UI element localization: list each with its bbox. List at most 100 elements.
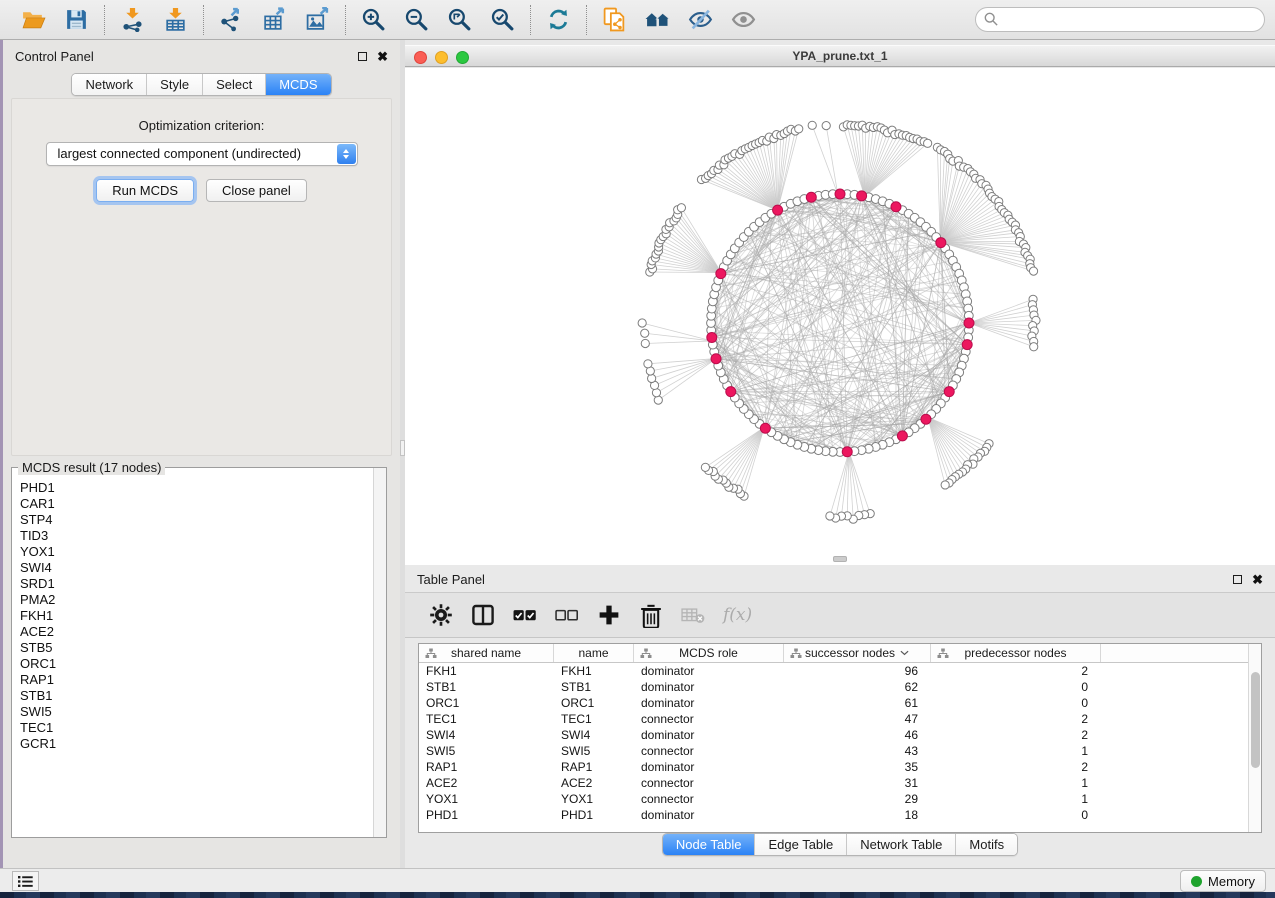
cell-shared-name[interactable]: YOX1 <box>419 791 554 807</box>
cell-predecessor-nodes[interactable]: 2 <box>931 711 1101 727</box>
column-header-predecessor-nodes[interactable]: predecessor nodes <box>931 644 1101 662</box>
tab-mcds[interactable]: MCDS <box>265 74 330 95</box>
first-neighbors-icon[interactable] <box>644 6 671 33</box>
cell-name[interactable]: SWI5 <box>554 743 634 759</box>
cell-shared-name[interactable]: TEC1 <box>419 711 554 727</box>
cell-shared-name[interactable]: ACE2 <box>419 775 554 791</box>
cell-name[interactable]: PHD1 <box>554 807 634 823</box>
table-row[interactable]: PHD1PHD1dominator180 <box>419 807 1261 823</box>
zoom-out-icon[interactable] <box>403 6 430 33</box>
criterion-dropdown[interactable]: largest connected component (undirected) <box>46 142 358 166</box>
tab-edge-table[interactable]: Edge Table <box>754 834 846 855</box>
tab-network[interactable]: Network <box>72 74 146 95</box>
cell-name[interactable]: ACE2 <box>554 775 634 791</box>
cell-successor-nodes[interactable]: 18 <box>784 807 931 823</box>
close-panel-icon[interactable]: ✖ <box>377 50 388 63</box>
export-network-icon[interactable] <box>218 6 245 33</box>
cell-shared-name[interactable]: FKH1 <box>419 663 554 679</box>
run-mcds-button[interactable]: Run MCDS <box>96 179 194 202</box>
import-network-icon[interactable] <box>119 6 146 33</box>
cell-name[interactable]: SWI4 <box>554 727 634 743</box>
cell-MCDS-role[interactable]: dominator <box>634 807 784 823</box>
mcds-result-item[interactable]: ACE2 <box>20 624 373 640</box>
cell-successor-nodes[interactable]: 96 <box>784 663 931 679</box>
select-all-icon[interactable] <box>513 603 537 627</box>
table-row[interactable]: ORC1ORC1dominator610 <box>419 695 1261 711</box>
deselect-all-icon[interactable] <box>555 603 579 627</box>
tab-network-table[interactable]: Network Table <box>846 834 955 855</box>
cell-shared-name[interactable]: STB1 <box>419 679 554 695</box>
mcds-result-item[interactable]: SWI5 <box>20 704 373 720</box>
cell-successor-nodes[interactable]: 35 <box>784 759 931 775</box>
search-input[interactable] <box>975 7 1265 32</box>
mcds-result-item[interactable]: FKH1 <box>20 608 373 624</box>
save-icon[interactable] <box>63 6 90 33</box>
cell-predecessor-nodes[interactable]: 0 <box>931 679 1101 695</box>
cell-shared-name[interactable]: SWI4 <box>419 727 554 743</box>
table-row[interactable]: YOX1YOX1connector291 <box>419 791 1261 807</box>
cell-successor-nodes[interactable]: 47 <box>784 711 931 727</box>
mcds-result-item[interactable]: STP4 <box>20 512 373 528</box>
cell-successor-nodes[interactable]: 29 <box>784 791 931 807</box>
cell-successor-nodes[interactable]: 61 <box>784 695 931 711</box>
cell-MCDS-role[interactable]: connector <box>634 711 784 727</box>
table-row[interactable]: TEC1TEC1connector472 <box>419 711 1261 727</box>
delete-row-icon[interactable] <box>639 603 663 627</box>
mcds-result-item[interactable]: GCR1 <box>20 736 373 752</box>
tab-motifs[interactable]: Motifs <box>955 834 1017 855</box>
cell-shared-name[interactable]: RAP1 <box>419 759 554 775</box>
cell-MCDS-role[interactable]: dominator <box>634 679 784 695</box>
cell-predecessor-nodes[interactable]: 1 <box>931 775 1101 791</box>
cell-successor-nodes[interactable]: 62 <box>784 679 931 695</box>
column-header-successor-nodes[interactable]: successor nodes <box>784 644 931 662</box>
refresh-icon[interactable] <box>545 6 572 33</box>
network-window-titlebar[interactable]: YPA_prune.txt_1 <box>405 45 1275 67</box>
mcds-result-item[interactable]: TID3 <box>20 528 373 544</box>
cell-MCDS-role[interactable]: dominator <box>634 759 784 775</box>
float-panel-icon[interactable] <box>358 52 367 61</box>
tab-style[interactable]: Style <box>146 74 202 95</box>
open-file-icon[interactable] <box>20 6 47 33</box>
mcds-result-item[interactable]: TEC1 <box>20 720 373 736</box>
zoom-fit-icon[interactable] <box>446 6 473 33</box>
import-table-icon[interactable] <box>162 6 189 33</box>
cell-successor-nodes[interactable]: 43 <box>784 743 931 759</box>
table-row[interactable]: ACE2ACE2connector311 <box>419 775 1261 791</box>
cell-name[interactable]: RAP1 <box>554 759 634 775</box>
mcds-result-item[interactable]: SRD1 <box>20 576 373 592</box>
mcds-result-item[interactable]: ORC1 <box>20 656 373 672</box>
cell-name[interactable]: ORC1 <box>554 695 634 711</box>
network-canvas[interactable] <box>405 68 1275 565</box>
memory-button[interactable]: Memory <box>1180 870 1266 892</box>
status-menu-button[interactable] <box>12 871 39 891</box>
cell-shared-name[interactable]: PHD1 <box>419 807 554 823</box>
table-row[interactable]: FKH1FKH1dominator962 <box>419 663 1261 679</box>
cell-MCDS-role[interactable]: connector <box>634 743 784 759</box>
mcds-result-item[interactable]: CAR1 <box>20 496 373 512</box>
mcds-list-scrollbar[interactable] <box>373 468 386 837</box>
cell-predecessor-nodes[interactable]: 1 <box>931 791 1101 807</box>
cell-predecessor-nodes[interactable]: 2 <box>931 663 1101 679</box>
export-image-icon[interactable] <box>304 6 331 33</box>
mcds-result-item[interactable]: STB5 <box>20 640 373 656</box>
cell-successor-nodes[interactable]: 31 <box>784 775 931 791</box>
mcds-result-item[interactable]: PHD1 <box>20 480 373 496</box>
column-header-shared-name[interactable]: shared name <box>419 644 554 662</box>
tab-select[interactable]: Select <box>202 74 265 95</box>
table-row[interactable]: STB1STB1dominator620 <box>419 679 1261 695</box>
cell-successor-nodes[interactable]: 46 <box>784 727 931 743</box>
tab-node-table[interactable]: Node Table <box>663 834 755 855</box>
columns-icon[interactable] <box>471 603 495 627</box>
network-snapshot-icon[interactable] <box>601 6 628 33</box>
cell-name[interactable]: YOX1 <box>554 791 634 807</box>
cell-predecessor-nodes[interactable]: 1 <box>931 743 1101 759</box>
close-table-panel-icon[interactable]: ✖ <box>1252 573 1263 586</box>
mcds-result-list[interactable]: PHD1CAR1STP4TID3YOX1SWI4SRD1PMA2FKH1ACE2… <box>12 474 373 837</box>
table-scrollbar[interactable] <box>1248 644 1261 832</box>
hide-selected-icon[interactable] <box>687 6 714 33</box>
cell-MCDS-role[interactable]: dominator <box>634 727 784 743</box>
float-table-panel-icon[interactable] <box>1233 575 1242 584</box>
cell-MCDS-role[interactable]: connector <box>634 775 784 791</box>
cell-predecessor-nodes[interactable]: 2 <box>931 727 1101 743</box>
close-panel-button[interactable]: Close panel <box>206 179 307 202</box>
